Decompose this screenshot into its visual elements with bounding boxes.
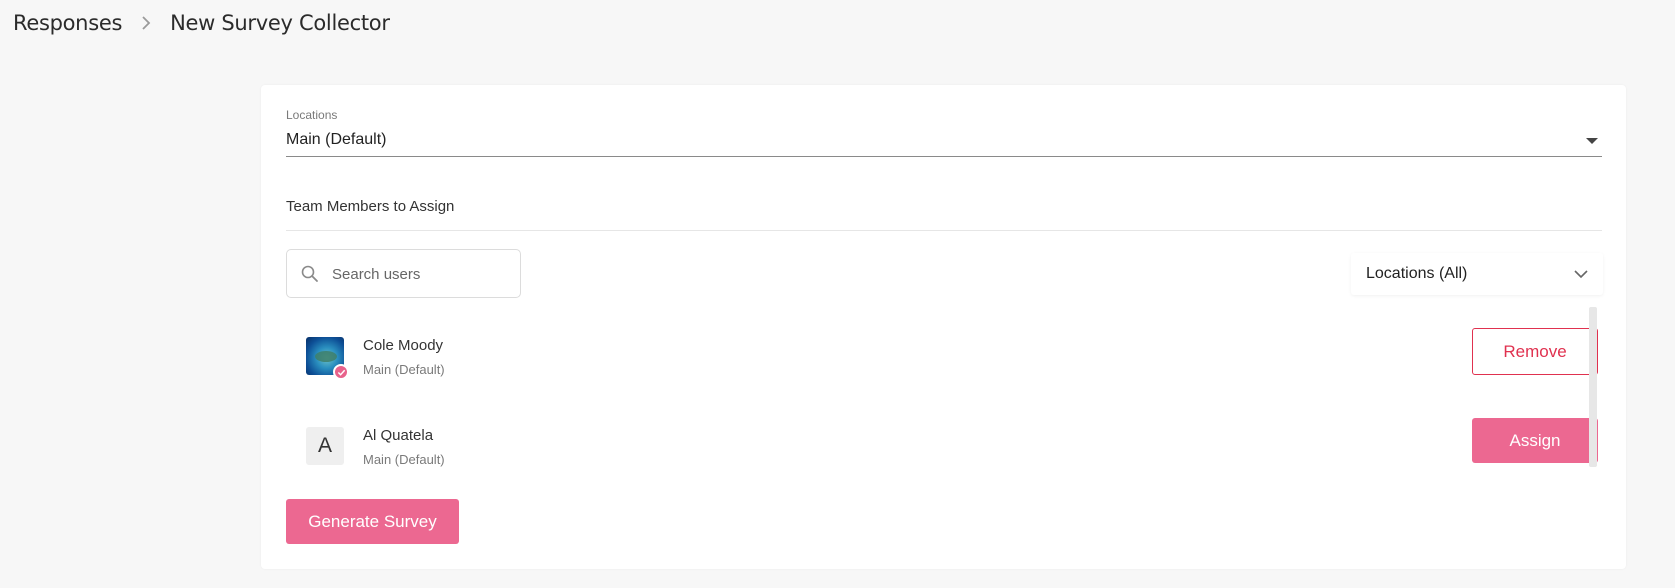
locations-filter-dropdown[interactable]: Locations (All) <box>1351 253 1603 295</box>
locations-filter-value: Locations (All) <box>1366 265 1468 282</box>
breadcrumb-responses-link[interactable]: Responses <box>13 11 122 35</box>
survey-collector-card: Locations Main (Default) Team Members to… <box>261 85 1626 569</box>
search-box[interactable] <box>286 249 521 298</box>
user-location: Main (Default) <box>363 362 445 377</box>
search-icon <box>301 265 318 282</box>
assign-button[interactable]: Assign <box>1472 418 1598 463</box>
page: Responses New Survey Collector Locations… <box>0 0 1675 588</box>
user-name: Cole Moody <box>363 337 444 354</box>
locations-select-label: Locations <box>286 108 338 122</box>
divider <box>286 230 1602 231</box>
user-location: Main (Default) <box>363 452 445 467</box>
list-item: A Al Quatela Main (Default) Assign <box>286 418 1598 478</box>
remove-button[interactable]: Remove <box>1472 328 1598 375</box>
locations-select[interactable]: Main (Default) <box>286 127 1602 157</box>
caret-down-icon <box>1586 138 1598 144</box>
page-title: New Survey Collector <box>170 11 390 35</box>
breadcrumb: Responses New Survey Collector <box>13 8 390 38</box>
avatar <box>306 337 349 380</box>
chevron-down-icon <box>1574 270 1588 279</box>
generate-survey-button[interactable]: Generate Survey <box>286 499 459 544</box>
locations-select-value: Main (Default) <box>286 131 387 148</box>
chevron-right-icon <box>122 15 170 31</box>
team-members-heading: Team Members to Assign <box>286 198 455 215</box>
list-item: Cole Moody Main (Default) Remove <box>286 328 1598 388</box>
avatar-photo <box>315 351 337 362</box>
check-icon <box>333 364 349 380</box>
user-list[interactable]: Cole Moody Main (Default) Remove A Al Qu… <box>286 307 1602 467</box>
user-name: Al Quatela <box>363 427 434 444</box>
avatar: A <box>306 427 344 465</box>
search-users-input[interactable] <box>332 262 512 286</box>
user-list-scrollbar[interactable] <box>1589 307 1597 467</box>
